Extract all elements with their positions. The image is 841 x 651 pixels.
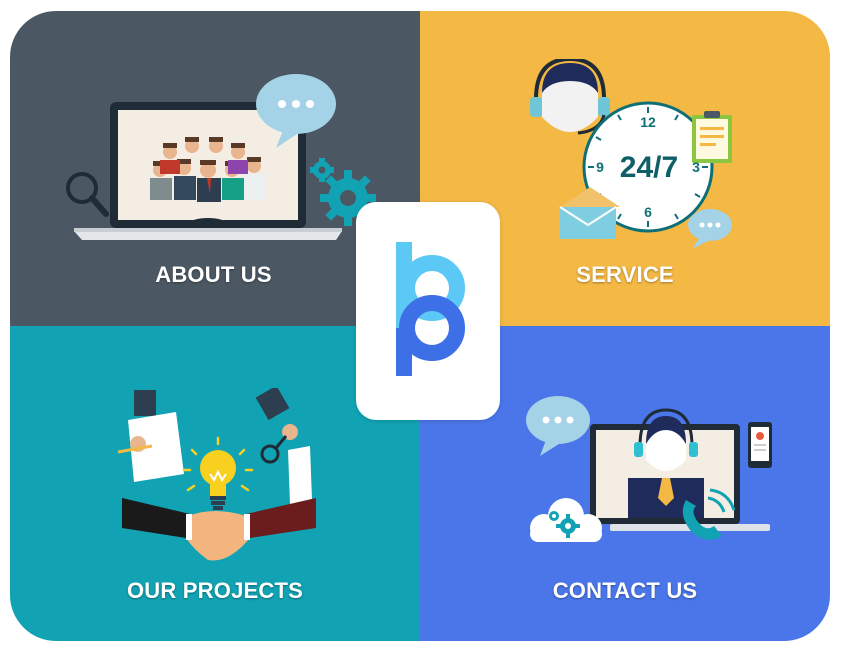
clock-number-6: 6 bbox=[644, 204, 652, 220]
about-illustration bbox=[66, 74, 376, 240]
lightbulb-icon bbox=[182, 436, 254, 510]
contact-illustration bbox=[526, 396, 772, 542]
magnifier-icon bbox=[66, 172, 109, 217]
logo-icon bbox=[396, 242, 465, 376]
our-projects-label: OUR PROJECTS bbox=[127, 578, 303, 603]
contact-us-label: CONTACT US bbox=[552, 578, 698, 603]
clipboard-icon bbox=[692, 111, 732, 163]
clock-number-9: 9 bbox=[596, 159, 604, 175]
clock-center-text: 24/7 bbox=[620, 151, 678, 184]
clock-number-12: 12 bbox=[640, 114, 656, 130]
headset-agent-icon bbox=[530, 59, 610, 135]
chat-bubble-icon bbox=[526, 396, 590, 456]
service-illustration: 12 3 6 9 24/7 bbox=[530, 59, 732, 249]
clock-number-3: 3 bbox=[692, 159, 700, 175]
smartphone-icon bbox=[748, 422, 772, 468]
chat-bubble-icon bbox=[688, 209, 732, 249]
logo-card[interactable] bbox=[356, 202, 500, 420]
projects-illustration bbox=[117, 388, 316, 561]
